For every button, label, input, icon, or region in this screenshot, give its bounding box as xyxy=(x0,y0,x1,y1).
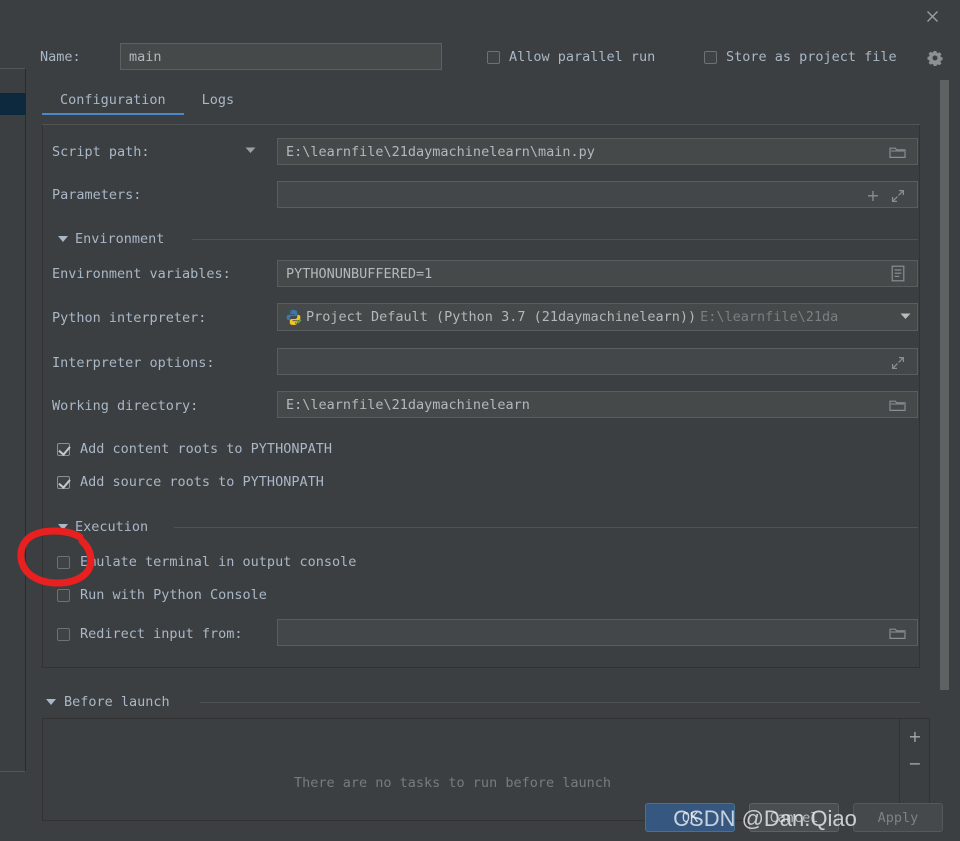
allow-parallel-run-checkbox[interactable]: Allow parallel run xyxy=(487,49,655,65)
execution-group-header[interactable]: Execution xyxy=(58,519,148,535)
working-directory-label: Working directory: xyxy=(52,398,199,414)
store-as-project-file-checkbox[interactable]: Store as project file xyxy=(704,49,897,65)
allow-parallel-run-label: Allow parallel run xyxy=(509,49,656,65)
python-interpreter-label: Python interpreter: xyxy=(52,310,207,326)
tab-configuration[interactable]: Configuration xyxy=(42,88,184,115)
store-as-project-file-label: Store as project file xyxy=(726,49,897,65)
environment-variables-value: PYTHONUNBUFFERED=1 xyxy=(286,265,433,282)
checkbox-box[interactable] xyxy=(57,442,70,456)
environment-group-title: Environment xyxy=(75,231,165,247)
name-label: Name: xyxy=(40,49,81,65)
tab-logs-label: Logs xyxy=(201,92,235,108)
add-source-roots-label: Add source roots to PYTHONPATH xyxy=(80,474,324,490)
run-with-python-console-label: Run with Python Console xyxy=(80,587,267,603)
working-directory-input[interactable]: E:\learnfile\21daymachinelearn xyxy=(277,391,918,418)
tab-logs[interactable]: Logs xyxy=(184,88,253,115)
working-directory-value: E:\learnfile\21daymachinelearn xyxy=(286,396,530,413)
checkbox-box[interactable] xyxy=(487,50,500,64)
edit-list-icon[interactable] xyxy=(890,264,905,282)
folder-browse-icon[interactable] xyxy=(888,398,906,412)
checkbox-box[interactable] xyxy=(704,50,717,64)
add-source-roots-checkbox[interactable]: Add source roots to PYTHONPATH xyxy=(57,474,324,490)
collapse-triangle-icon[interactable] xyxy=(46,699,56,705)
emulate-terminal-checkbox[interactable]: Emulate terminal in output console xyxy=(57,554,356,570)
interpreter-options-label: Interpreter options: xyxy=(52,355,215,371)
watermark: CSDN @Dan.Qiao xyxy=(673,806,857,831)
python-interpreter-path: E:\learnfile\21da xyxy=(700,309,839,325)
checkbox-box[interactable] xyxy=(57,555,70,569)
interpreter-options-input[interactable] xyxy=(277,348,918,375)
configurations-tree-panel[interactable] xyxy=(0,68,26,772)
add-content-roots-checkbox[interactable]: Add content roots to PYTHONPATH xyxy=(57,441,332,457)
collapse-triangle-icon[interactable] xyxy=(58,236,68,242)
close-icon[interactable] xyxy=(919,3,945,29)
parameters-label: Parameters: xyxy=(52,187,142,203)
redirect-input-from-label: Redirect input from: xyxy=(80,626,243,642)
apply-button[interactable]: Apply xyxy=(853,803,943,832)
environment-group-header[interactable]: Environment xyxy=(58,231,164,247)
remove-task-button[interactable]: − xyxy=(907,754,923,773)
folder-browse-icon[interactable] xyxy=(888,626,906,640)
tree-selected-row[interactable] xyxy=(0,93,26,115)
chevron-down-icon[interactable] xyxy=(900,312,911,323)
execution-group-line xyxy=(174,527,918,528)
python-icon xyxy=(285,309,302,326)
dialog-scrollbar-thumb[interactable] xyxy=(940,80,949,690)
script-path-input[interactable]: E:\learnfile\21daymachinelearn\main.py xyxy=(277,138,918,165)
before-launch-line xyxy=(200,702,920,703)
environment-variables-label: Environment variables: xyxy=(52,266,231,282)
before-launch-header[interactable]: Before launch xyxy=(46,694,170,710)
add-content-roots-label: Add content roots to PYTHONPATH xyxy=(80,441,332,457)
gear-icon[interactable] xyxy=(927,50,943,66)
name-input[interactable] xyxy=(120,43,442,70)
execution-group-title: Execution xyxy=(75,519,149,535)
before-launch-title: Before launch xyxy=(64,694,170,710)
environment-group-line xyxy=(192,239,918,240)
checkbox-box[interactable] xyxy=(57,475,70,489)
checkbox-box[interactable] xyxy=(57,588,70,602)
expand-editor-icon[interactable] xyxy=(890,355,905,370)
python-interpreter-value: Project Default (Python 3.7 (21daymachin… xyxy=(306,309,697,325)
script-path-value: E:\learnfile\21daymachinelearn\main.py xyxy=(286,143,595,160)
run-configuration-dialog: Name: Allow parallel run Store as projec… xyxy=(0,0,960,841)
checkbox-box[interactable] xyxy=(57,627,70,641)
expand-editor-icon[interactable] xyxy=(890,188,905,203)
before-launch-empty-message: There are no tasks to run before launch xyxy=(294,775,611,791)
insert-macro-icon[interactable]: + xyxy=(866,186,880,205)
redirect-input-from-checkbox[interactable]: Redirect input from: xyxy=(57,626,243,642)
add-task-button[interactable]: + xyxy=(907,727,923,746)
script-path-label: Script path: xyxy=(52,144,150,160)
folder-browse-icon[interactable] xyxy=(888,145,906,159)
collapse-triangle-icon[interactable] xyxy=(58,524,68,530)
emulate-terminal-label: Emulate terminal in output console xyxy=(80,554,357,570)
tab-configuration-label: Configuration xyxy=(60,92,166,108)
script-path-mode-chevron-down-icon[interactable] xyxy=(245,146,256,157)
environment-variables-input[interactable]: PYTHONUNBUFFERED=1 xyxy=(277,260,918,287)
redirect-input-from-input[interactable] xyxy=(277,619,918,646)
dialog-tabs: Configuration Logs xyxy=(42,88,252,115)
python-interpreter-combobox[interactable]: Project Default (Python 3.7 (21daymachin… xyxy=(277,303,918,331)
run-with-python-console-checkbox[interactable]: Run with Python Console xyxy=(57,587,267,603)
parameters-input[interactable] xyxy=(277,181,918,208)
